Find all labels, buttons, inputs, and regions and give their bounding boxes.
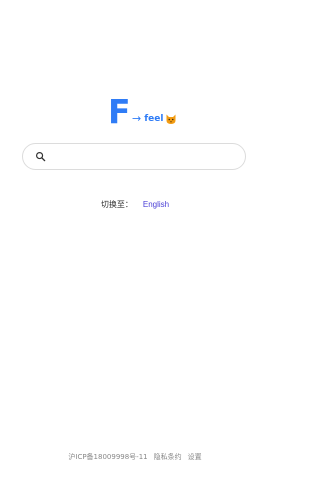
search-input[interactable] (52, 145, 233, 168)
icp-license-text: 沪ICP备18009998号-11 (68, 453, 148, 461)
logo-letter: F (108, 92, 131, 131)
home-page: F → feel 切换至： English 沪ICP备18009998号-11 隐私… (0, 0, 270, 480)
language-label: 切换至： (100, 200, 133, 209)
settings-link[interactable]: 设置 (188, 453, 202, 461)
english-language-link[interactable]: English (143, 200, 169, 209)
footer: 沪ICP备18009998号-11 隐私条约 设置 (0, 452, 270, 462)
arrow-right-icon: → (132, 112, 142, 125)
cat-face-icon (166, 114, 176, 124)
search-icon[interactable] (35, 151, 46, 162)
logo-word: feel (144, 114, 164, 124)
search-bar[interactable] (22, 143, 246, 170)
logo-tail: → feel (132, 113, 177, 125)
language-switcher: 切换至： English (0, 199, 270, 211)
logo: F → feel (108, 92, 180, 131)
privacy-policy-link[interactable]: 隐私条约 (154, 453, 182, 461)
